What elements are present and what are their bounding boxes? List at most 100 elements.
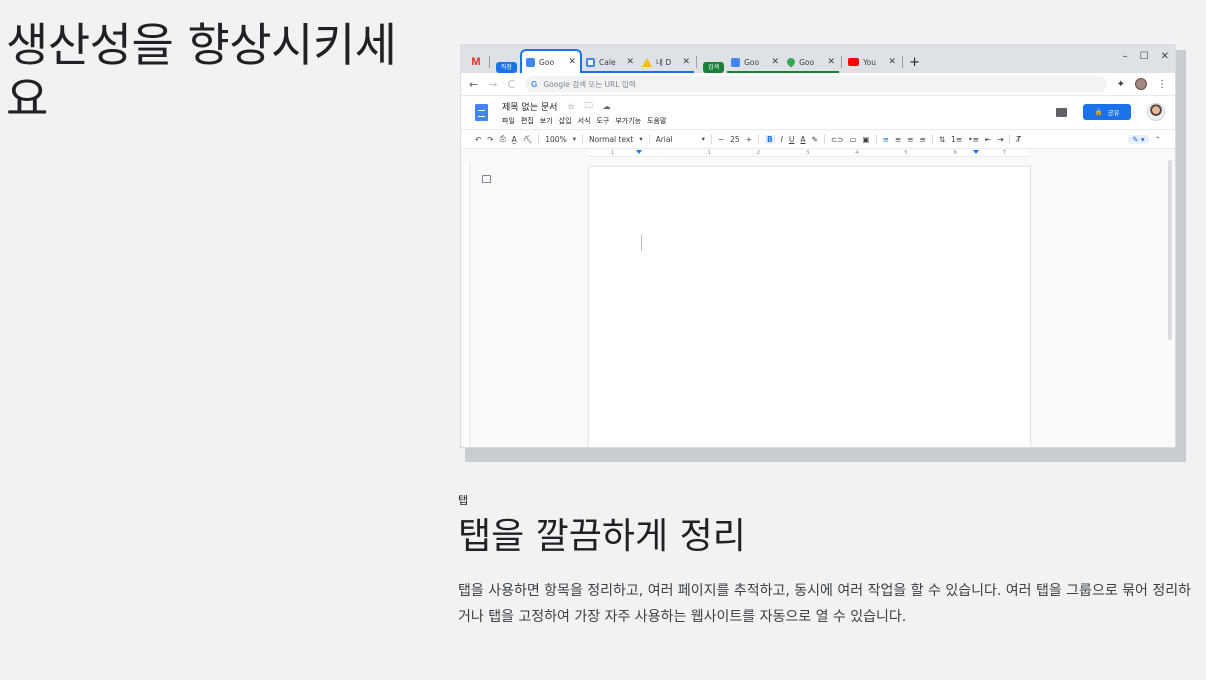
add-comment-icon[interactable]: ▭: [849, 135, 856, 144]
tab-title: Goo: [539, 57, 555, 67]
text-color-button[interactable]: A: [800, 135, 805, 144]
clear-formatting-icon[interactable]: T̸: [1016, 135, 1021, 144]
more-menu-icon[interactable]: ⋮: [1157, 79, 1167, 90]
tab-title: You: [863, 57, 877, 67]
docs-logo-icon[interactable]: [475, 104, 488, 121]
close-icon[interactable]: ✕: [889, 57, 897, 67]
tab-group-label-work[interactable]: 직장: [496, 62, 518, 73]
omnibox[interactable]: G Google 검색 또는 URL 입력: [525, 76, 1107, 92]
align-right-icon[interactable]: ≡: [907, 135, 913, 144]
chevron-down-icon[interactable]: ▾: [573, 135, 576, 143]
italic-button[interactable]: I: [781, 135, 783, 144]
highlight-icon[interactable]: ✎: [812, 135, 818, 144]
share-label: 공유: [1107, 109, 1120, 117]
numbered-list-icon[interactable]: 1≡: [951, 135, 962, 144]
paint-format-icon[interactable]: ⛏: [523, 135, 533, 144]
decrease-indent-icon[interactable]: ⇤: [985, 135, 991, 144]
star-icon[interactable]: ☆: [567, 102, 574, 111]
tab-title: 내 D: [656, 57, 672, 67]
redo-icon[interactable]: ↷: [487, 135, 493, 144]
insert-image-icon[interactable]: ▣: [863, 135, 870, 144]
font-size-input[interactable]: 25: [730, 135, 740, 144]
toolbar-separator: [710, 134, 712, 144]
new-tab-button[interactable]: +: [909, 55, 920, 70]
collapse-icon[interactable]: ⌃: [1155, 135, 1161, 144]
close-window-icon[interactable]: ✕: [1161, 51, 1169, 62]
font-select[interactable]: Arial: [656, 135, 696, 144]
menu-tools[interactable]: 도구: [596, 116, 609, 126]
tab-drive[interactable]: 내 D ✕: [638, 51, 695, 73]
ruler-number: 2: [756, 149, 761, 156]
right-indent-marker[interactable]: [973, 150, 979, 154]
minimize-icon[interactable]: –: [1123, 51, 1128, 62]
menu-bar: 파일 편집 보기 삽입 서식 도구 부가기능 도움말: [502, 116, 666, 126]
tab-maps[interactable]: Goo ✕: [783, 51, 840, 73]
google-icon: G: [531, 79, 538, 89]
maximize-icon[interactable]: ☐: [1140, 51, 1149, 62]
horizontal-ruler[interactable]: 1 · 1 2 3 4 5 6 7: [588, 149, 1029, 157]
tab-group-label-search[interactable]: 검색: [703, 62, 725, 73]
section-eyebrow: 탭: [458, 494, 469, 507]
underline-button[interactable]: U: [789, 135, 795, 144]
section-title: 탭을 깔끔하게 정리: [458, 516, 746, 557]
docs-icon: [526, 57, 536, 67]
back-icon[interactable]: ←: [469, 78, 478, 91]
editing-mode-button[interactable]: ✎ ▾: [1128, 134, 1149, 144]
lock-icon: 🔒: [1094, 108, 1103, 116]
menu-format[interactable]: 서식: [578, 116, 591, 126]
zoom-select[interactable]: 100%: [545, 135, 566, 144]
user-avatar[interactable]: [1147, 103, 1165, 121]
menu-insert[interactable]: 삽입: [559, 116, 572, 126]
chevron-down-icon[interactable]: ▾: [639, 135, 642, 143]
menu-addons[interactable]: 부가기능: [615, 116, 641, 126]
omnibox-placeholder: Google 검색 또는 URL 입력: [543, 79, 636, 89]
reload-icon[interactable]: C: [507, 78, 515, 91]
scrollbar[interactable]: [1168, 160, 1172, 340]
undo-icon[interactable]: ↶: [475, 135, 481, 144]
line-spacing-icon[interactable]: ⇅: [939, 135, 945, 144]
tab-gmail[interactable]: M: [465, 51, 487, 73]
tab-calendar[interactable]: Cale ✕: [582, 51, 639, 73]
menu-view[interactable]: 보기: [540, 116, 553, 126]
print-icon[interactable]: ⎙: [500, 134, 506, 144]
tab-youtube[interactable]: You ✕: [844, 51, 900, 73]
align-center-icon[interactable]: ≡: [895, 135, 901, 144]
forward-icon[interactable]: →: [488, 78, 497, 91]
tab-translate[interactable]: Goo ✕: [727, 51, 784, 73]
font-size-increase[interactable]: +: [746, 135, 752, 144]
bulleted-list-icon[interactable]: •≡: [968, 135, 979, 144]
chevron-down-icon[interactable]: ▾: [702, 135, 705, 143]
link-icon[interactable]: ⊂⊃: [831, 135, 844, 144]
spellcheck-icon[interactable]: A̲: [512, 135, 517, 144]
comments-icon[interactable]: [1056, 107, 1067, 117]
left-indent-marker[interactable]: [636, 150, 642, 154]
ruler-number: 5: [904, 149, 908, 156]
youtube-icon: [848, 58, 860, 66]
doc-title[interactable]: 제목 없는 문서: [502, 100, 557, 113]
toolbar-separator: [757, 134, 759, 144]
close-icon[interactable]: ✕: [627, 57, 635, 67]
menu-help[interactable]: 도움말: [647, 116, 666, 126]
share-button[interactable]: 🔒 공유: [1083, 104, 1131, 120]
align-left-icon[interactable]: ≡: [883, 135, 889, 144]
document-outline-icon[interactable]: [482, 175, 491, 183]
menu-edit[interactable]: 편집: [521, 116, 534, 126]
doc-title-row: 제목 없는 문서 ☆ 🗀 ☁: [502, 100, 666, 114]
close-icon[interactable]: ✕: [828, 57, 836, 67]
vertical-ruler[interactable]: [464, 162, 470, 447]
close-icon[interactable]: ✕: [772, 57, 780, 67]
close-icon[interactable]: ✕: [569, 57, 577, 67]
bold-button[interactable]: B: [764, 134, 775, 144]
menu-file[interactable]: 파일: [502, 116, 515, 126]
close-icon[interactable]: ✕: [683, 57, 691, 67]
tab-docs[interactable]: Goo ✕: [520, 49, 583, 73]
document-page[interactable]: [589, 167, 1030, 447]
style-select[interactable]: Normal text: [589, 135, 633, 144]
align-justify-icon[interactable]: ≡: [920, 135, 926, 144]
font-size-decrease[interactable]: −: [718, 135, 724, 144]
folder-icon[interactable]: 🗀: [585, 100, 593, 114]
increase-indent-icon[interactable]: ⇥: [997, 135, 1003, 144]
extensions-icon[interactable]: ✦: [1117, 79, 1125, 90]
doc-title-block: 제목 없는 문서 ☆ 🗀 ☁ 파일 편집 보기 삽입 서식 도구 부가기능 도움…: [502, 100, 666, 126]
profile-avatar[interactable]: [1135, 78, 1147, 90]
